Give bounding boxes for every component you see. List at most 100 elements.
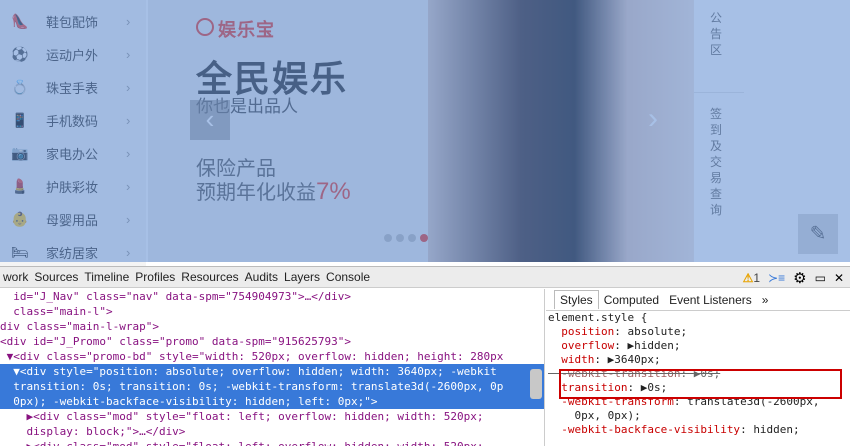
style-property-value: absolute; — [627, 325, 688, 338]
devtools-tabbar: work Sources Timeline Profiles Resources… — [0, 267, 850, 288]
style-property-value: hidden; — [753, 423, 800, 436]
right-column: 公告区 签到及交易查询 ✎ — [694, 0, 850, 262]
sidebar-item[interactable]: 📷 家电办公 › — [0, 137, 146, 170]
phone-icon: 📱 — [11, 112, 29, 128]
dom-node-selected[interactable]: ▼<div style="position: absolute; overflo… — [0, 364, 544, 379]
sidebar-item[interactable]: ⚽ 运动户外 › — [0, 38, 146, 71]
tab-timeline[interactable]: Timeline — [81, 270, 132, 284]
sidebar-item-label: 珠宝手表 — [46, 81, 99, 96]
ball-icon: ⚽ — [11, 46, 29, 62]
sidebar-item[interactable]: 👶 母婴用品 › — [0, 203, 146, 236]
dom-node-selected[interactable]: transition: 0s; transition: 0s; -webkit-… — [0, 379, 544, 394]
style-property-value: ▶3640px; — [607, 353, 661, 366]
chevron-right-icon: › — [126, 245, 131, 260]
carousel-dot[interactable] — [384, 234, 392, 242]
styles-pane: Styles Computed Event Listeners » elemen… — [546, 289, 850, 446]
promo-banner[interactable]: 娱乐宝 全民娱乐 你也是出品人 保险产品 预期年化收益7% ‹ › — [148, 0, 694, 262]
pen-icon[interactable]: ✎ — [798, 214, 838, 254]
carousel-dot-active[interactable] — [420, 234, 428, 242]
devtools-panel: work Sources Timeline Profiles Resources… — [0, 266, 850, 446]
chevron-right-icon: › — [126, 80, 131, 95]
style-property[interactable]: position: absolute; — [546, 325, 850, 339]
style-property-name: -webkit-backface-visibility — [561, 423, 741, 436]
jewel-icon: 💍 — [11, 79, 29, 95]
tab-computed[interactable]: Computed — [599, 291, 664, 309]
chevron-right-icon: › — [126, 179, 131, 194]
sidebar-item-label: 护肤彩妆 — [46, 180, 99, 195]
tab-profiles[interactable]: Profiles — [132, 270, 178, 284]
carousel-dot[interactable] — [408, 234, 416, 242]
settings-gear-icon[interactable]: ⚙ — [793, 269, 806, 287]
promo-line-2-text: 预期年化收益 — [196, 182, 316, 204]
tab-event-listeners[interactable]: Event Listeners — [664, 291, 757, 309]
tab-layers[interactable]: Layers — [281, 270, 323, 284]
annotation-highlight-box — [559, 369, 842, 399]
style-selector: element.style { — [548, 311, 648, 324]
tab-styles[interactable]: Styles — [554, 290, 599, 309]
sidebar-item[interactable]: 👠 鞋包配饰 › — [0, 5, 146, 38]
styles-tabbar: Styles Computed Event Listeners » — [546, 289, 850, 311]
sidebar-item-label: 运动户外 — [46, 48, 99, 63]
chevron-right-icon: › — [126, 14, 131, 29]
cosmetic-icon: 💄 — [11, 178, 29, 194]
dom-node[interactable]: ▶<div class="mod" style="float: left; ov… — [0, 439, 544, 446]
chevron-right-icon: › — [126, 146, 131, 161]
style-property-value: 0px, 0px); — [548, 409, 641, 422]
notice-area-link[interactable]: 公告区 — [708, 10, 724, 58]
divider — [694, 92, 744, 93]
more-tabs-button[interactable]: » — [757, 291, 774, 309]
baby-icon: 👶 — [11, 211, 29, 227]
sidebar-item-label: 母婴用品 — [46, 213, 99, 228]
tab-console[interactable]: Console — [323, 270, 373, 284]
sidebar-item-label: 家纺居家 — [46, 246, 99, 261]
chevron-right-icon: › — [126, 47, 131, 62]
elements-scrollbar[interactable] — [530, 369, 542, 399]
style-property-name: position — [561, 325, 615, 338]
dom-node[interactable]: <div id="J_Promo" class="promo" data-spm… — [0, 334, 544, 349]
yulebao-logo-icon — [196, 18, 214, 36]
carousel-dot[interactable] — [396, 234, 404, 242]
dom-node[interactable]: display: block;">…</div> — [0, 424, 544, 439]
dom-node[interactable]: class="main-l"> — [0, 304, 544, 319]
sidebar-item[interactable]: 📱 手机数码 › — [0, 104, 146, 137]
dom-node-selected[interactable]: 0px); -webkit-backface-visibility: hidde… — [0, 394, 544, 409]
sidebar-item[interactable]: 💍 珠宝手表 › — [0, 71, 146, 104]
style-property[interactable]: 0px, 0px); — [546, 409, 850, 423]
banner-prev-button[interactable]: ‹ — [190, 100, 230, 140]
sidebar-item-label: 鞋包配饰 — [46, 15, 99, 30]
appliance-icon: 📷 — [11, 145, 29, 161]
dom-node[interactable]: div class="main-l-wrap"> — [0, 319, 544, 334]
brand-name: 娱乐宝 — [218, 20, 275, 40]
dock-icon[interactable]: ▭ — [815, 271, 826, 285]
dom-node[interactable]: ▶<div class="mod" style="float: left; ov… — [0, 409, 544, 424]
elements-tree[interactable]: id="J_Nav" class="nav" data-spm="7549049… — [0, 289, 545, 446]
carousel-dots — [384, 234, 428, 242]
tab-audits[interactable]: Audits — [242, 270, 281, 284]
home-icon: 🛏 — [11, 244, 29, 260]
style-property[interactable]: overflow: ▶hidden; — [546, 339, 850, 353]
banner-next-button[interactable]: › — [638, 100, 668, 140]
dom-node[interactable]: id="J_Nav" class="nav" data-spm="7549049… — [0, 289, 544, 304]
chevron-right-icon: › — [126, 113, 131, 128]
tab-network[interactable]: work — [0, 270, 31, 284]
sidebar-item-label: 家电办公 — [46, 147, 99, 162]
close-icon[interactable]: ✕ — [834, 271, 844, 285]
style-property-value: ▶hidden; — [627, 339, 681, 352]
sidebar-item[interactable]: 🛏 家纺居家 › — [0, 236, 146, 266]
style-property[interactable]: -webkit-backface-visibility: hidden; — [546, 423, 850, 437]
promo-rate: 7% — [316, 178, 351, 205]
sidebar-item[interactable]: 💄 护肤彩妆 › — [0, 170, 146, 203]
chevron-right-icon: › — [126, 212, 131, 227]
style-property[interactable]: width: ▶3640px; — [546, 353, 850, 367]
drawer-toggle-icon[interactable]: ≻≡ — [768, 271, 785, 285]
signin-query-link[interactable]: 签到及交易查询 — [708, 106, 724, 218]
promo-line-2: 预期年化收益7% — [196, 176, 351, 206]
style-property-name: width — [561, 353, 595, 366]
tab-resources[interactable]: Resources — [178, 270, 241, 284]
tab-sources[interactable]: Sources — [31, 270, 81, 284]
taobao-page: 👠 鞋包配饰 › ⚽ 运动户外 › 💍 珠宝手表 › 📱 手机数码 › 📷 家电办公 › 💄 护肤彩妆 › 👶 母婴用… — [0, 0, 850, 266]
warning-counter[interactable]: ⚠1 — [743, 271, 760, 285]
dom-node[interactable]: ▼<div class="promo-bd" style="width: 520… — [0, 349, 544, 364]
devtools-toolbar-right: ⚠1 ≻≡ ⚙ ▭ ✕ — [743, 269, 844, 287]
warning-count: 1 — [753, 271, 761, 285]
